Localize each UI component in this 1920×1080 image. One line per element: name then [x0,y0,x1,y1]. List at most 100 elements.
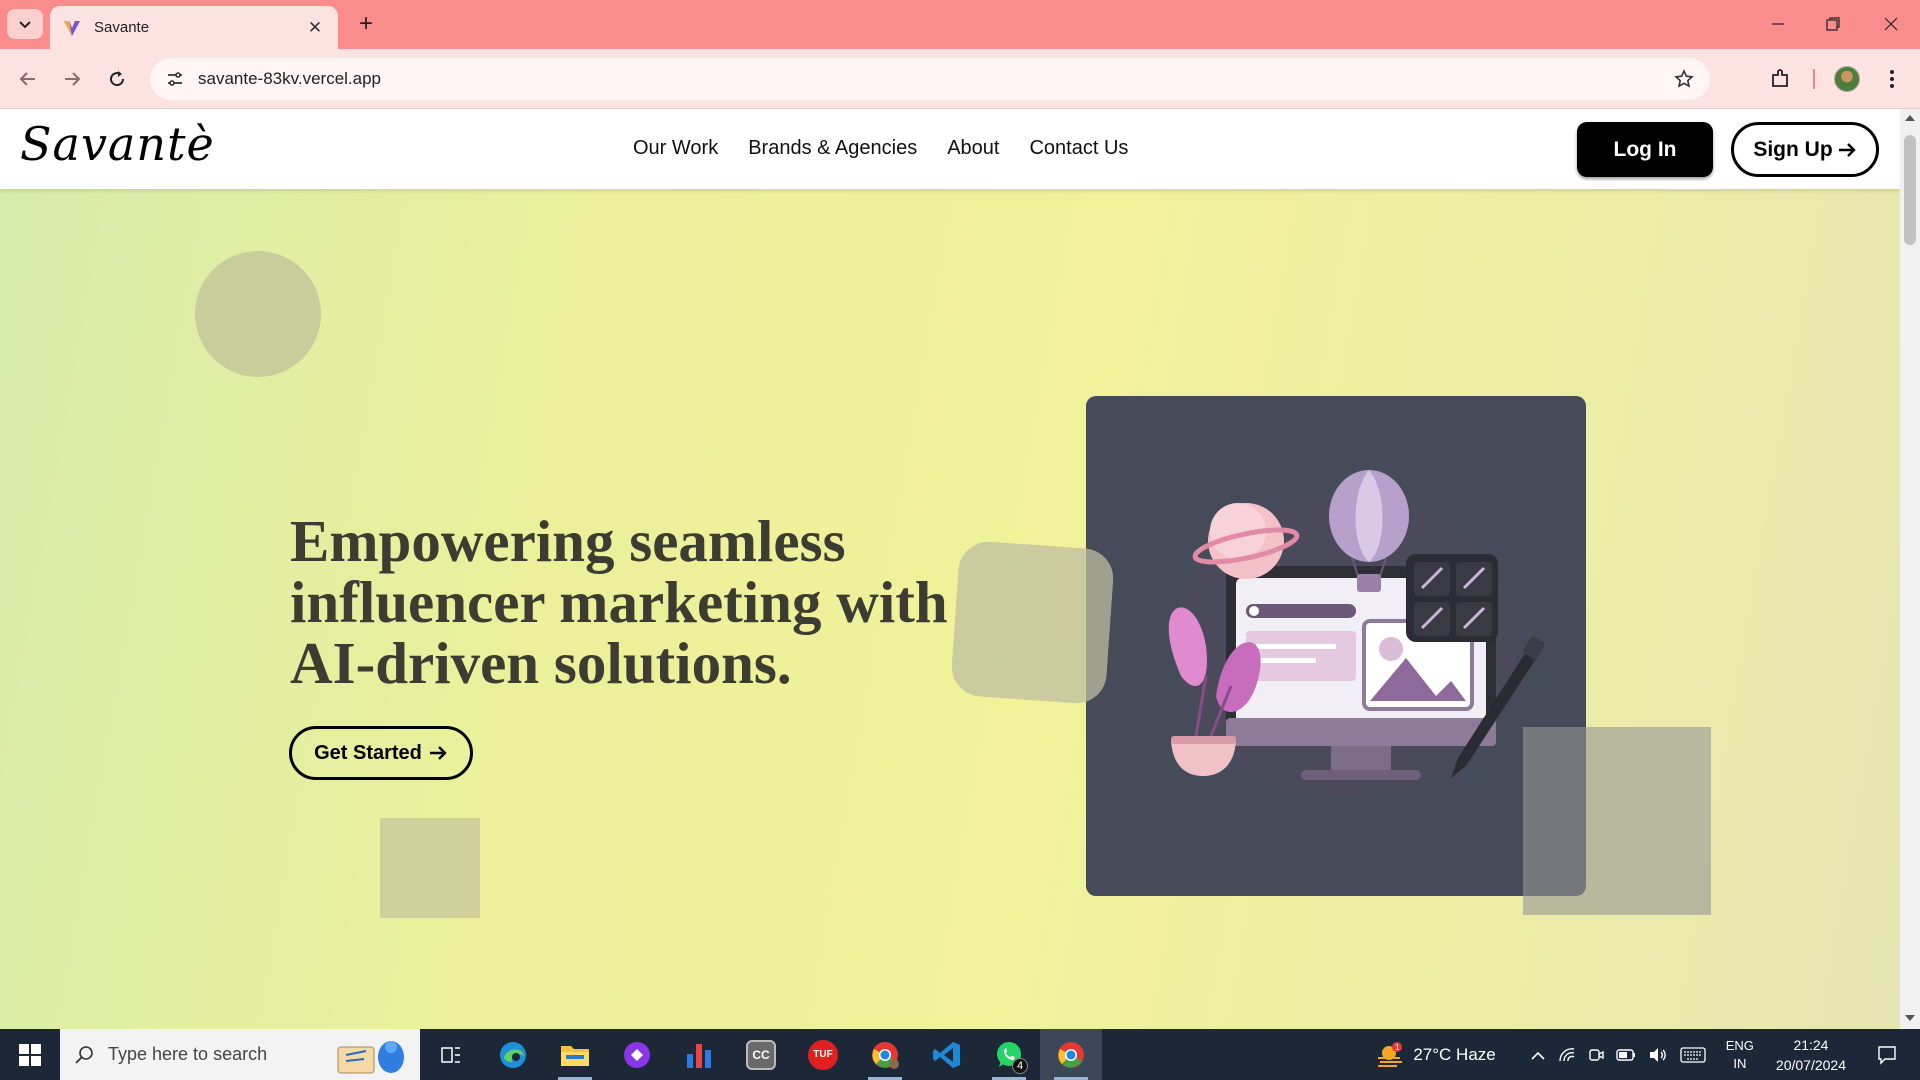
taskbar-task-view[interactable] [420,1029,482,1080]
address-bar[interactable]: savante-83kv.vercel.app [150,58,1710,100]
edge-browser-icon [500,1041,526,1068]
bar-chart-icon [687,1043,711,1068]
nav-our-work[interactable]: Our Work [633,137,718,160]
tray-icons [1530,1046,1706,1063]
taskbar-whatsapp[interactable]: 4 [978,1029,1040,1080]
browser-toolbar: savante-83kv.vercel.app [0,49,1920,109]
get-started-button[interactable]: Get Started [289,726,473,780]
signup-label: Sign Up [1753,137,1833,161]
site-info-icon[interactable] [162,66,188,92]
taskbar-charts-app[interactable] [668,1029,730,1080]
system-tray: 1 27°C Haze ENG IN 21:24 20/07/2024 [1375,1029,1920,1080]
signup-button[interactable]: Sign Up [1731,122,1879,177]
decorative-square [380,818,480,918]
taskbar-chrome[interactable] [1040,1029,1102,1080]
nav-brands-agencies[interactable]: Brands & Agencies [748,137,917,160]
clock-time: 21:24 [1793,1036,1829,1053]
scroll-down-icon[interactable] [1905,1015,1915,1021]
nav-about[interactable]: About [947,137,999,160]
wifi-icon[interactable] [1558,1047,1576,1063]
hero-illustration [1086,396,1586,896]
restore-button[interactable] [1810,8,1856,40]
reload-icon [110,71,125,87]
url-text: savante-83kv.vercel.app [198,69,382,88]
tab-title: Savante [94,19,150,36]
task-view-icon [441,1046,460,1063]
taskbar-tuf-app[interactable]: TUF [792,1029,854,1080]
chrome-icon [872,1041,899,1069]
language-code: ENG [1725,1037,1754,1053]
menu-kebab-icon[interactable] [1876,63,1908,95]
weather-alert-count: 1 [1395,1043,1400,1052]
vscode-icon [933,1041,960,1068]
windows-logo-icon [19,1043,41,1066]
chevron-down-icon [19,21,31,29]
main-nav: Our Work Brands & Agencies About Contact… [633,137,1128,160]
page-scrollbar[interactable] [1900,109,1920,1029]
tuf-icon: TUF [808,1039,838,1070]
region-code: IN [1733,1055,1747,1071]
get-started-label: Get Started [314,741,422,764]
copilot-icon [624,1041,650,1068]
tab-close-icon[interactable]: ✕ [304,18,326,38]
clock-date: 20/07/2024 [1775,1056,1846,1073]
reload-button[interactable] [101,63,133,95]
chevron-up-icon[interactable] [1530,1050,1546,1060]
search-highlight-art-icon [337,1041,404,1074]
tab-search-button[interactable] [7,9,43,39]
login-label: Log In [1613,137,1677,161]
forward-button[interactable] [56,63,88,95]
savante-favicon-icon [64,20,80,36]
login-button[interactable]: Log In [1577,122,1713,177]
arrow-left-icon [19,72,35,86]
language-indicator[interactable]: ENG IN [1726,1037,1754,1073]
hero-title: Empowering seamless influencer marketing… [290,508,948,696]
notification-icon [1878,1045,1896,1065]
keyboard-icon[interactable] [1680,1046,1706,1063]
arrow-right-icon [1838,142,1856,157]
start-button[interactable] [0,1029,60,1080]
taskbar-file-explorer[interactable] [544,1029,606,1080]
battery-icon[interactable] [1616,1048,1636,1062]
nav-contact-us[interactable]: Contact Us [1029,137,1128,160]
taskbar-edge[interactable] [482,1029,544,1080]
volume-icon[interactable] [1648,1047,1668,1063]
taskbar-copilot[interactable] [606,1029,668,1080]
weather-widget[interactable]: 1 27°C Haze [1375,1041,1496,1068]
whatsapp-badge: 4 [1012,1058,1028,1074]
restore-icon [1826,17,1840,31]
extensions-icon[interactable] [1765,63,1797,95]
folder-icon [561,1045,589,1066]
search-icon [75,1045,93,1064]
browser-tab[interactable]: Savante ✕ [50,6,338,49]
notification-center-button[interactable] [1872,1040,1902,1070]
close-window-button[interactable] [1868,8,1914,40]
web-page: Savantè Our Work Brands & Agencies About… [0,109,1900,1029]
site-navbar: Savantè Our Work Brands & Agencies About… [0,109,1900,189]
arrow-right-icon [65,72,81,86]
meet-now-icon[interactable] [1588,1047,1604,1063]
taskbar-cc-app[interactable]: CC [730,1029,792,1080]
scroll-thumb[interactable] [1904,135,1916,245]
windows-taskbar: Type here to search CC TUF 4 1 27°C Haze… [0,1029,1920,1080]
decorative-rounded-square [949,539,1116,706]
browser-tabstrip: Savante ✕ + [0,0,1920,49]
profile-avatar[interactable] [1831,63,1863,95]
search-placeholder: Type here to search [108,1044,268,1064]
bookmark-star-icon[interactable] [1668,63,1700,95]
chrome-icon [1058,1041,1084,1068]
clock[interactable]: 21:24 20/07/2024 [1776,1035,1846,1075]
weather-text: 27°C Haze [1413,1044,1496,1064]
decorative-circle [195,251,321,377]
scroll-up-icon[interactable] [1905,115,1915,121]
taskbar-search-box[interactable]: Type here to search [60,1029,420,1080]
haze-weather-icon: 1 [1378,1041,1403,1067]
minimize-button[interactable] [1755,8,1801,40]
arrow-right-icon [429,746,447,760]
new-tab-button[interactable]: + [352,10,380,38]
taskbar-chrome-profile[interactable] [854,1029,916,1080]
back-button[interactable] [12,63,44,95]
taskbar-vscode[interactable] [916,1029,978,1080]
site-logo[interactable]: Savantè [20,117,215,171]
hero-section: Empowering seamless influencer marketing… [0,189,1900,1029]
